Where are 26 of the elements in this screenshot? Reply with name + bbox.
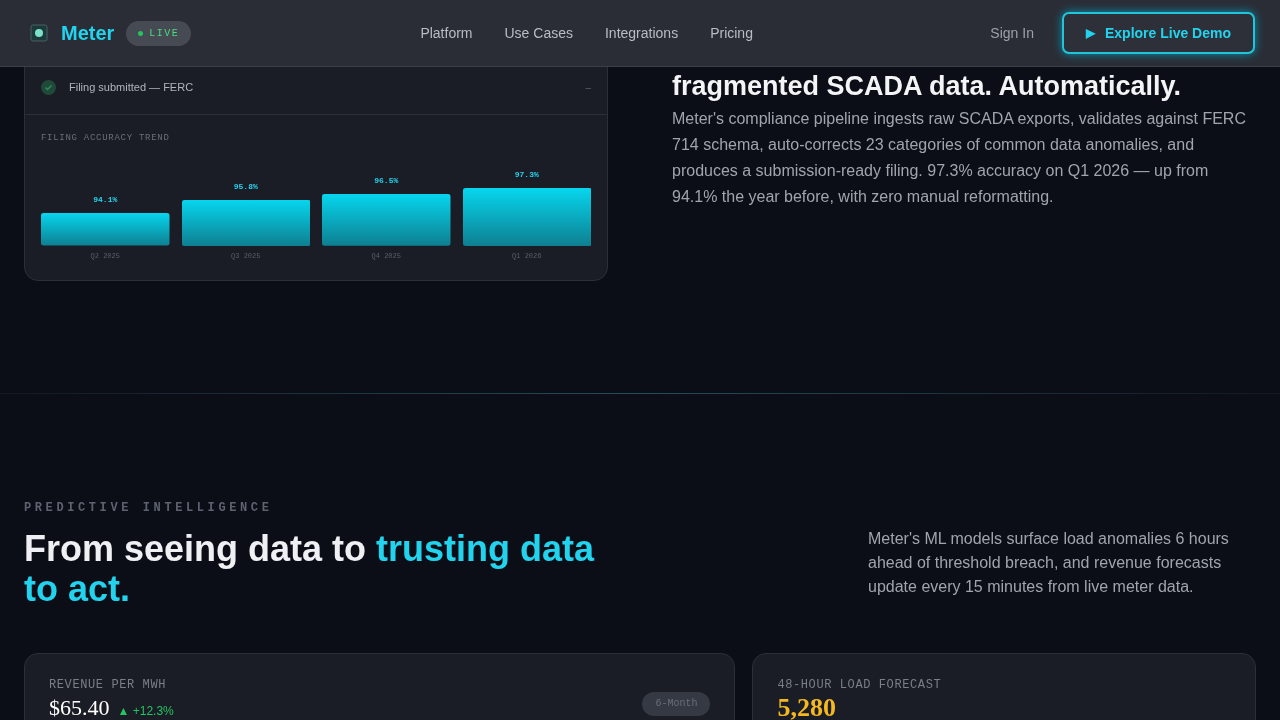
bar-value-label: 94.1% — [93, 194, 118, 207]
brand-name[interactable]: Meter — [61, 18, 115, 48]
logo-icon — [30, 24, 48, 42]
nav-link[interactable]: Platform — [420, 22, 473, 44]
section-description: Meter's compliance pipeline ingests raw SCADA exports, validates against FERC 714 schema, auto-corrects 23 categories of common data anomalies, and produces a submission-ready filing. 97.3% accuracy on Q1 2026 — up from 94.1% the year before, with zero manual reformatting. — [672, 109, 1247, 207]
bar-value-label: 96.5% — [374, 175, 399, 188]
nav-link[interactable]: Integrations — [604, 22, 679, 44]
section-heading: fragmented SCADA data. Automatically. — [672, 70, 1183, 102]
nav-link[interactable]: Pricing — [710, 22, 753, 44]
bar-value-label: 97.3% — [514, 169, 539, 181]
status-value: – — [585, 81, 591, 95]
live-badge: LIVE — [126, 20, 192, 46]
predictive-heading: From seeing data to trusting data to act. — [24, 528, 596, 609]
nav-link[interactable]: Use Cases — [504, 22, 573, 44]
status-label: Filing submitted — FERC — [69, 80, 194, 96]
metric-change: ▲ +12.3% — [117, 702, 174, 720]
sign-in-link[interactable]: Sign In — [990, 22, 1034, 44]
explore-demo-button[interactable]: ▶ Explore Live Demo — [1061, 12, 1255, 54]
metric-title: REVENUE PER MWH — [49, 676, 168, 694]
metric-title: 48-HOUR LOAD FORECAST — [777, 676, 943, 694]
predictive-description: Meter's ML models surface load anomalies 6 hours ahead of threshold breach, and revenue forecasts update every 15 minutes from live meter data. — [868, 528, 1230, 597]
metric-value: $65.40 — [49, 694, 110, 720]
metric-value: 5,280 — [777, 694, 836, 720]
bar-value-label: 95.8% — [233, 180, 258, 193]
chart-title: FILING ACCURACY TREND — [41, 132, 171, 145]
section-eyebrow: PREDICTIVE INTELLIGENCE — [24, 499, 274, 517]
